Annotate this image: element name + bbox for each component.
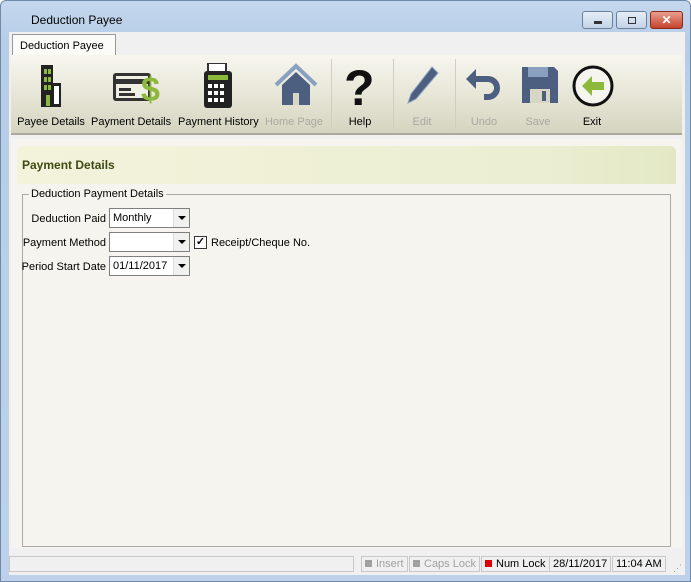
deduction-paid-label: Deduction Paid (31, 213, 106, 225)
minimize-button[interactable] (582, 11, 613, 29)
exit-icon (572, 65, 614, 107)
client-area: Deduction Payee Payee Details $ Payment … (9, 32, 685, 575)
exit-button[interactable]: Exit (552, 57, 632, 131)
chevron-down-icon[interactable] (173, 209, 189, 227)
payment-method-select[interactable] (109, 232, 190, 252)
calculator-icon (204, 63, 232, 108)
section-title: Payment Details (17, 146, 676, 184)
num-lock-indicator: Num Lock (481, 556, 550, 572)
home-icon (274, 63, 318, 105)
payment-details-button[interactable]: $ Payment Details (91, 57, 171, 131)
period-start-label: Period Start Date (21, 261, 106, 273)
receipt-checkbox[interactable]: ✓ (194, 236, 207, 249)
tab-deduction-payee[interactable]: Deduction Payee (12, 34, 116, 56)
window-title: Deduction Payee (31, 13, 123, 27)
svg-text:?: ? (344, 63, 375, 109)
status-time: 11:04 AM (612, 556, 666, 572)
payee-details-button[interactable]: Payee Details (11, 57, 91, 131)
caps-lock-indicator: Caps Lock (409, 556, 480, 572)
group-label: Deduction Payment Details (29, 188, 166, 200)
deduction-paid-select[interactable]: Monthly (109, 208, 190, 228)
close-button[interactable]: ✕ (650, 11, 683, 29)
card-dollar-icon: $ (113, 71, 160, 109)
deduction-payment-details-group: Deduction Payment Details Deduction Paid… (22, 188, 671, 547)
pencil-icon (407, 66, 439, 104)
svg-text:$: $ (141, 71, 160, 109)
chevron-down-icon[interactable] (173, 257, 189, 275)
status-bar: Insert Caps Lock Num Lock 28/11/2017 11:… (9, 555, 685, 575)
insert-indicator: Insert (361, 556, 408, 572)
building-icon (41, 65, 61, 107)
content-panel: Payment Details Deduction Payment Detail… (11, 139, 682, 548)
period-start-date-picker[interactable]: 01/11/2017 (109, 256, 190, 276)
status-date: 28/11/2017 (549, 556, 612, 572)
window: Deduction Payee ✕ Deduction Payee Payee … (0, 0, 691, 582)
receipt-label: Receipt/Cheque No. (211, 237, 311, 249)
chevron-down-icon[interactable] (173, 233, 189, 251)
resize-grip[interactable]: ⋰ (673, 563, 682, 574)
status-message (9, 556, 354, 572)
question-icon: ? (344, 63, 375, 109)
toolbar: Payee Details $ Payment Details Payment … (11, 55, 682, 135)
maximize-button[interactable] (616, 11, 647, 29)
payment-history-button[interactable]: Payment History (178, 57, 259, 131)
payment-method-label: Payment Method (22, 237, 106, 249)
